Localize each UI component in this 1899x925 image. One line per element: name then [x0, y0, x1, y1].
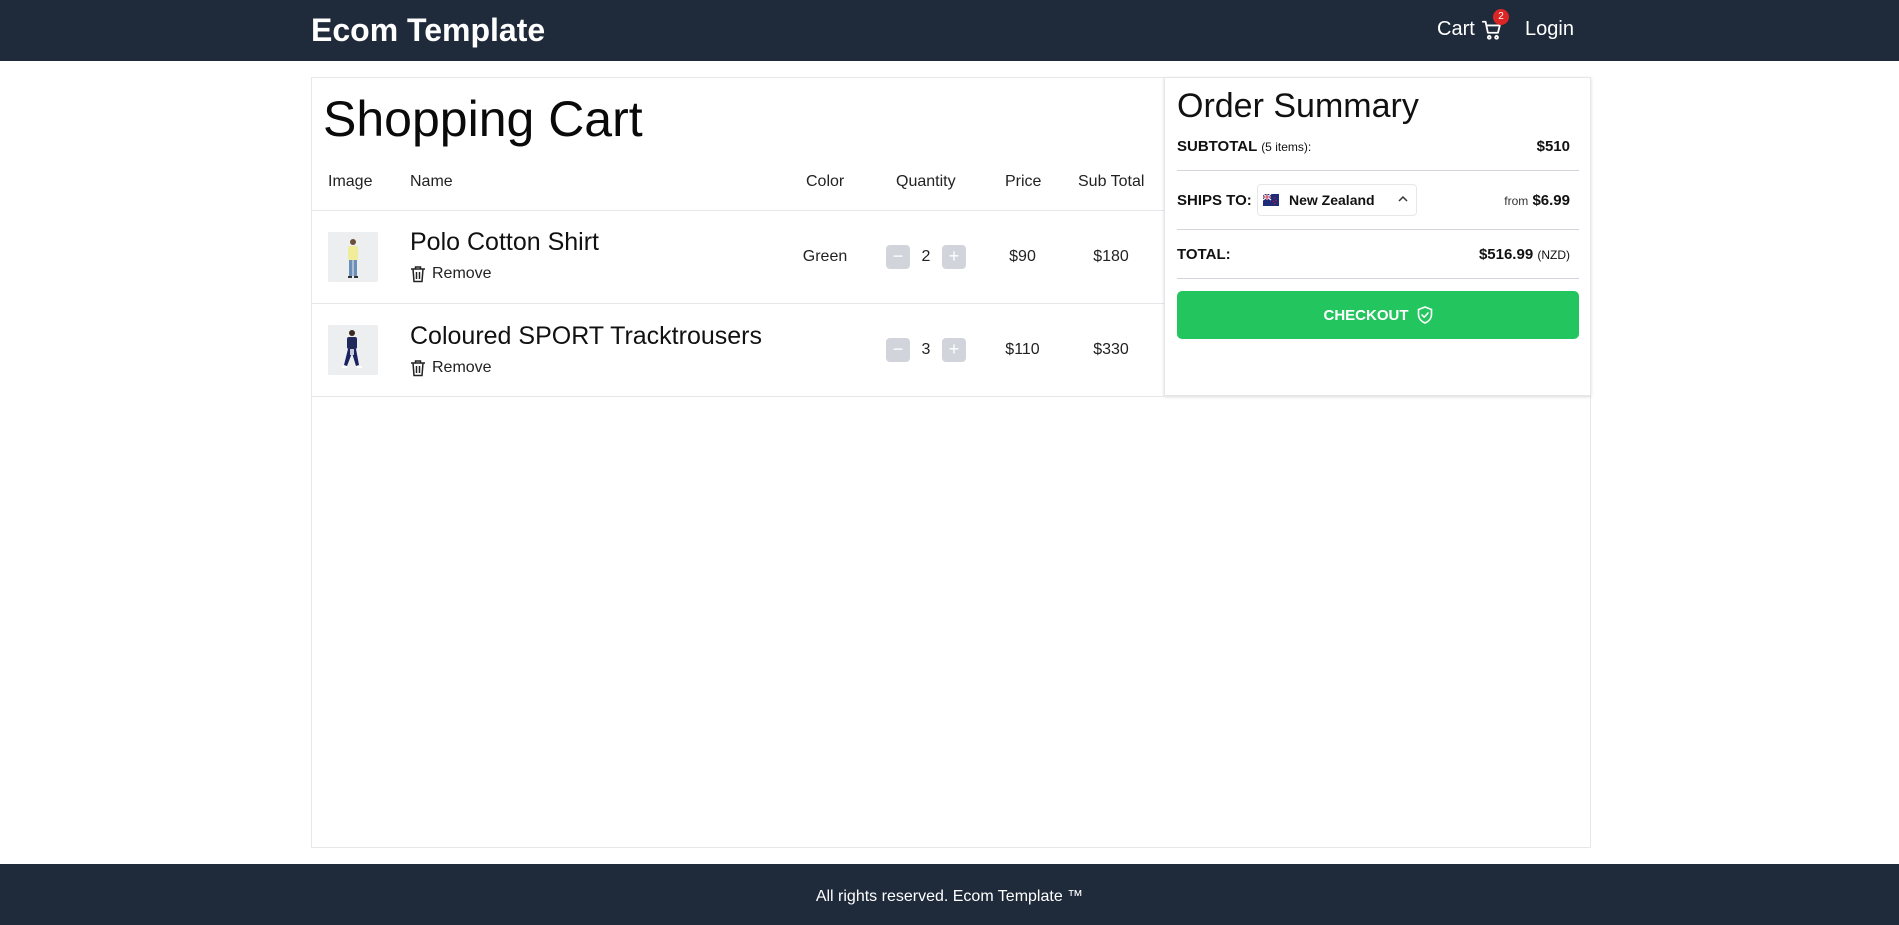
top-navbar: Ecom Template Cart 2 Login: [0, 0, 1899, 61]
total-currency: (NZD): [1537, 248, 1570, 262]
subtotal-label: SUBTOTAL (5 items):: [1177, 138, 1311, 155]
ships-to-label: SHIPS TO:: [1177, 192, 1252, 209]
footer-text: All rights reserved. Ecom Template ™: [815, 888, 1084, 905]
country-select[interactable]: New Zealand: [1257, 184, 1417, 216]
product-image[interactable]: [328, 325, 378, 375]
login-link[interactable]: Login: [1525, 18, 1574, 41]
quantity-decrease-button[interactable]: −: [886, 338, 910, 362]
subtotal-label-text: SUBTOTAL: [1177, 138, 1258, 155]
product-subtotal: $180: [1093, 248, 1129, 265]
column-header-quantity: Quantity: [896, 173, 956, 190]
subtotal-item-count: (5 items):: [1261, 140, 1312, 154]
cart-link[interactable]: Cart: [1437, 18, 1503, 41]
quantity-increase-button[interactable]: +: [942, 338, 966, 362]
divider: [312, 396, 1164, 397]
product-name[interactable]: Coloured SPORT Tracktrousers: [410, 322, 762, 351]
nz-flag-icon: [1263, 194, 1279, 206]
remove-button[interactable]: Remove: [410, 359, 492, 377]
product-name[interactable]: Polo Cotton Shirt: [410, 228, 599, 257]
shipping-value: $6.99: [1532, 192, 1570, 209]
column-header-price: Price: [1005, 173, 1042, 190]
quantity-increase-button[interactable]: +: [942, 245, 966, 269]
trash-icon: [411, 360, 425, 377]
quantity-decrease-button[interactable]: −: [886, 245, 910, 269]
shield-check-icon: [1417, 306, 1432, 324]
remove-label: Remove: [432, 359, 492, 376]
chevron-up-icon: [1398, 195, 1408, 202]
column-header-image: Image: [328, 173, 373, 190]
remove-label: Remove: [432, 265, 492, 282]
product-image[interactable]: [328, 232, 378, 282]
checkout-button[interactable]: CHECKOUT: [1177, 291, 1579, 339]
divider: [1177, 229, 1579, 230]
product-color: Green: [802, 248, 848, 265]
country-name: New Zealand: [1289, 192, 1375, 208]
checkout-label: CHECKOUT: [1323, 306, 1409, 324]
divider: [1177, 170, 1579, 171]
shipping-cost: from $6.99: [1470, 192, 1570, 209]
divider: [1177, 278, 1579, 279]
page-title: Shopping Cart: [323, 91, 643, 147]
subtotal-value: $510: [1536, 138, 1570, 155]
shipping-from-label: from: [1504, 194, 1529, 208]
product-subtotal: $330: [1093, 341, 1129, 358]
divider: [312, 303, 1164, 304]
quantity-value: 3: [921, 341, 931, 358]
total-value: $516.99 (NZD): [1440, 246, 1570, 263]
quantity-value: 2: [921, 248, 931, 265]
brand-logo[interactable]: Ecom Template: [311, 12, 545, 49]
trash-icon: [411, 266, 425, 283]
total-label: TOTAL:: [1177, 246, 1231, 263]
column-header-subtotal: Sub Total: [1078, 173, 1145, 190]
remove-button[interactable]: Remove: [410, 265, 492, 283]
cart-link-label: Cart: [1437, 18, 1475, 40]
footer: All rights reserved. Ecom Template ™: [0, 864, 1899, 925]
order-summary-title: Order Summary: [1177, 87, 1419, 125]
product-price: $110: [1005, 341, 1040, 358]
product-price: $90: [1009, 248, 1036, 265]
total-amount: $516.99: [1478, 246, 1534, 263]
cart-count-badge: 2: [1493, 9, 1509, 25]
column-header-name: Name: [410, 173, 453, 190]
column-header-color: Color: [806, 173, 845, 190]
divider: [312, 210, 1164, 211]
